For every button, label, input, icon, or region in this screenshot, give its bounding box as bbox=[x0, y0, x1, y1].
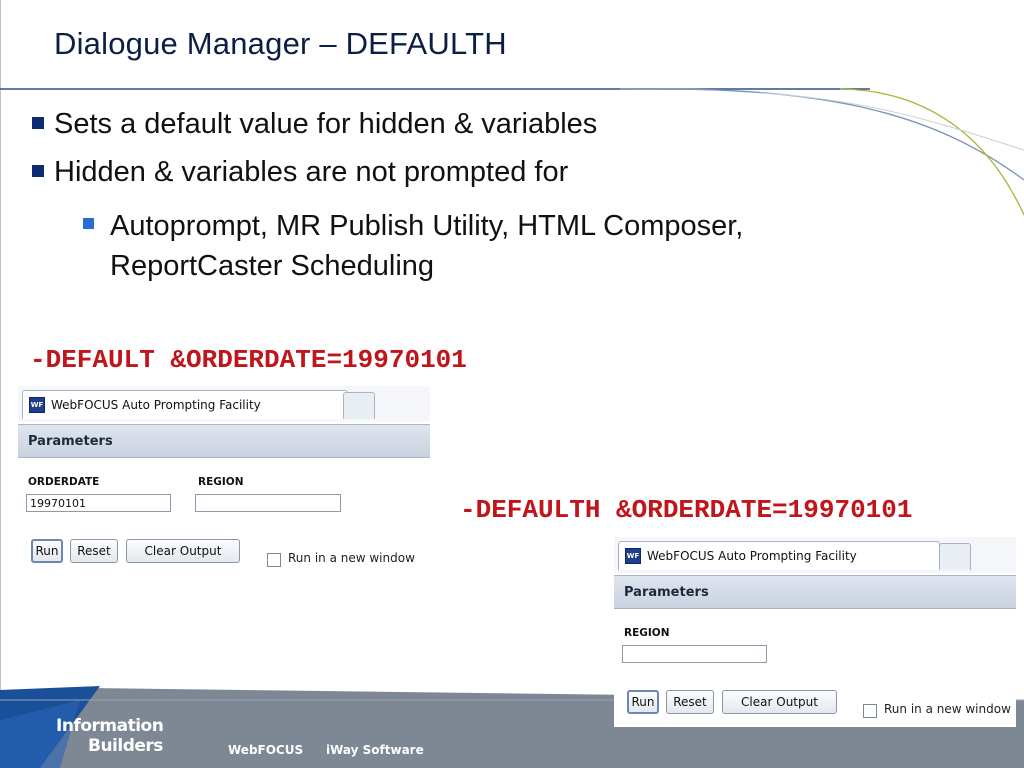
autoprompt-dialog-defaulth: WF WebFOCUS Auto Prompting Facility Para… bbox=[614, 537, 1016, 727]
bullet-text: Hidden & variables are not prompted for bbox=[54, 156, 569, 188]
sub-bullet-square-icon bbox=[83, 218, 94, 229]
new-window-checkbox[interactable] bbox=[863, 704, 877, 718]
code-default: -DEFAULT &ORDERDATE=19970101 bbox=[30, 345, 467, 375]
region-input[interactable] bbox=[195, 494, 341, 512]
reset-button[interactable]: Reset bbox=[666, 690, 714, 714]
bullet-square-icon bbox=[32, 165, 44, 177]
webfocus-icon: WF bbox=[625, 548, 641, 564]
region-label: REGION bbox=[624, 627, 670, 639]
parameters-header: Parameters bbox=[18, 424, 430, 458]
clear-output-button[interactable]: Clear Output bbox=[722, 690, 837, 714]
clear-output-button[interactable]: Clear Output bbox=[126, 539, 240, 563]
tab-bar: WF WebFOCUS Auto Prompting Facility bbox=[18, 386, 430, 422]
slide-title: Dialogue Manager – DEFAULTH bbox=[54, 26, 507, 61]
region-label: REGION bbox=[198, 476, 244, 488]
new-window-checkbox[interactable] bbox=[267, 553, 281, 567]
logo-line-builders: Builders bbox=[88, 736, 163, 756]
sub-bullet-text: Autoprompt, MR Publish Utility, HTML Com… bbox=[110, 210, 744, 282]
webfocus-icon: WF bbox=[29, 397, 45, 413]
footer-product-webfocus: WebFOCUS bbox=[228, 743, 304, 757]
run-button[interactable]: Run bbox=[31, 539, 63, 563]
footer-product-iway: iWay Software bbox=[326, 743, 424, 757]
tab-autoprompt[interactable]: WF WebFOCUS Auto Prompting Facility bbox=[618, 541, 940, 570]
region-input[interactable] bbox=[622, 645, 767, 663]
new-window-label: Run in a new window bbox=[288, 551, 415, 565]
tab-title: WebFOCUS Auto Prompting Facility bbox=[647, 549, 857, 563]
bullet-text: Sets a default value for hidden & variab… bbox=[54, 108, 598, 140]
bullet-item: Hidden & variables are not prompted for bbox=[32, 156, 912, 204]
tab-autoprompt[interactable]: WF WebFOCUS Auto Prompting Facility bbox=[22, 390, 348, 419]
orderdate-input[interactable] bbox=[26, 494, 171, 512]
bullet-list: Sets a default value for hidden & variab… bbox=[32, 108, 912, 290]
bullet-item: Sets a default value for hidden & variab… bbox=[32, 108, 912, 156]
autoprompt-dialog-default: WF WebFOCUS Auto Prompting Facility Para… bbox=[18, 386, 430, 573]
new-window-label: Run in a new window bbox=[884, 702, 1011, 716]
slide-border bbox=[0, 0, 1, 768]
new-tab[interactable] bbox=[939, 543, 971, 570]
code-defaulth: -DEFAULTH &ORDERDATE=19970101 bbox=[460, 495, 913, 525]
parameters-header: Parameters bbox=[614, 575, 1016, 609]
tab-title: WebFOCUS Auto Prompting Facility bbox=[51, 398, 261, 412]
orderdate-label: ORDERDATE bbox=[28, 476, 100, 488]
logo-line-information: Information bbox=[56, 716, 164, 736]
sub-bullet-item: Autoprompt, MR Publish Utility, HTML Com… bbox=[32, 206, 912, 290]
bullet-square-icon bbox=[32, 117, 44, 129]
new-tab[interactable] bbox=[343, 392, 375, 419]
run-button[interactable]: Run bbox=[627, 690, 659, 714]
tab-bar: WF WebFOCUS Auto Prompting Facility bbox=[614, 537, 1016, 573]
reset-button[interactable]: Reset bbox=[70, 539, 118, 563]
